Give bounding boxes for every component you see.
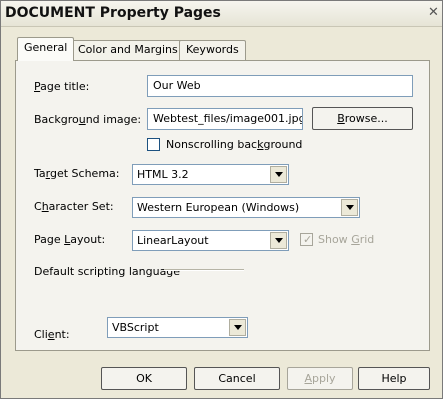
title-bar[interactable]: DOCUMENT Property Pages ✕ <box>1 1 442 27</box>
background-image-input[interactable]: Webtest_files/image001.jpg <box>147 108 303 130</box>
help-button[interactable]: Help <box>358 367 430 390</box>
target-schema-value: HTML 3.2 <box>137 168 189 181</box>
page-layout-label: Page Layout: <box>34 233 106 246</box>
client-value: VBScript <box>112 321 159 334</box>
page-title-input[interactable]: Our Web <box>147 75 413 97</box>
dialog-title: DOCUMENT Property Pages <box>5 5 221 21</box>
character-set-value: Western European (Windows) <box>137 201 300 214</box>
target-schema-label: Target Schema: <box>34 167 120 180</box>
page-title-label: Page title: <box>34 80 90 93</box>
browse-button[interactable]: Browse... <box>312 107 413 130</box>
close-icon[interactable]: ✕ <box>428 3 442 23</box>
show-grid-label: Show Grid <box>318 233 375 246</box>
target-schema-select[interactable]: HTML 3.2 <box>132 164 289 185</box>
group-divider <box>164 269 244 271</box>
background-image-label: Background image: <box>34 113 142 126</box>
client-select[interactable]: VBScript <box>107 317 248 338</box>
page-layout-value: LinearLayout <box>137 234 209 247</box>
apply-button[interactable]: Apply <box>287 367 353 390</box>
chevron-down-icon[interactable] <box>270 166 287 183</box>
chevron-down-icon[interactable] <box>270 232 287 249</box>
page-layout-select[interactable]: LinearLayout <box>132 230 289 251</box>
cancel-button[interactable]: Cancel <box>194 367 280 390</box>
ok-button[interactable]: OK <box>101 367 187 390</box>
tab-color-and-margins[interactable]: Color and Margins <box>71 40 185 60</box>
checkmark-icon: ✓ <box>303 233 313 246</box>
nonscrolling-label: Nonscrolling background <box>166 138 303 151</box>
show-grid-checkbox[interactable]: ✓ <box>300 233 313 246</box>
scripting-group-label: Default scripting language <box>34 265 181 278</box>
page-title-label-rest: age title: <box>40 80 90 93</box>
chevron-down-icon[interactable] <box>229 319 246 336</box>
chevron-down-icon[interactable] <box>341 199 358 216</box>
client-label: Client: <box>34 328 70 341</box>
general-tab-panel: Page title: Our Web Background image: We… <box>15 60 430 351</box>
character-set-label: Character Set: <box>34 200 114 213</box>
property-pages-dialog: DOCUMENT Property Pages ✕ General Color … <box>0 0 443 399</box>
character-set-select[interactable]: Western European (Windows) <box>132 197 360 218</box>
tab-keywords[interactable]: Keywords <box>179 40 246 60</box>
tab-general[interactable]: General <box>17 37 75 61</box>
nonscrolling-checkbox[interactable] <box>147 138 160 151</box>
